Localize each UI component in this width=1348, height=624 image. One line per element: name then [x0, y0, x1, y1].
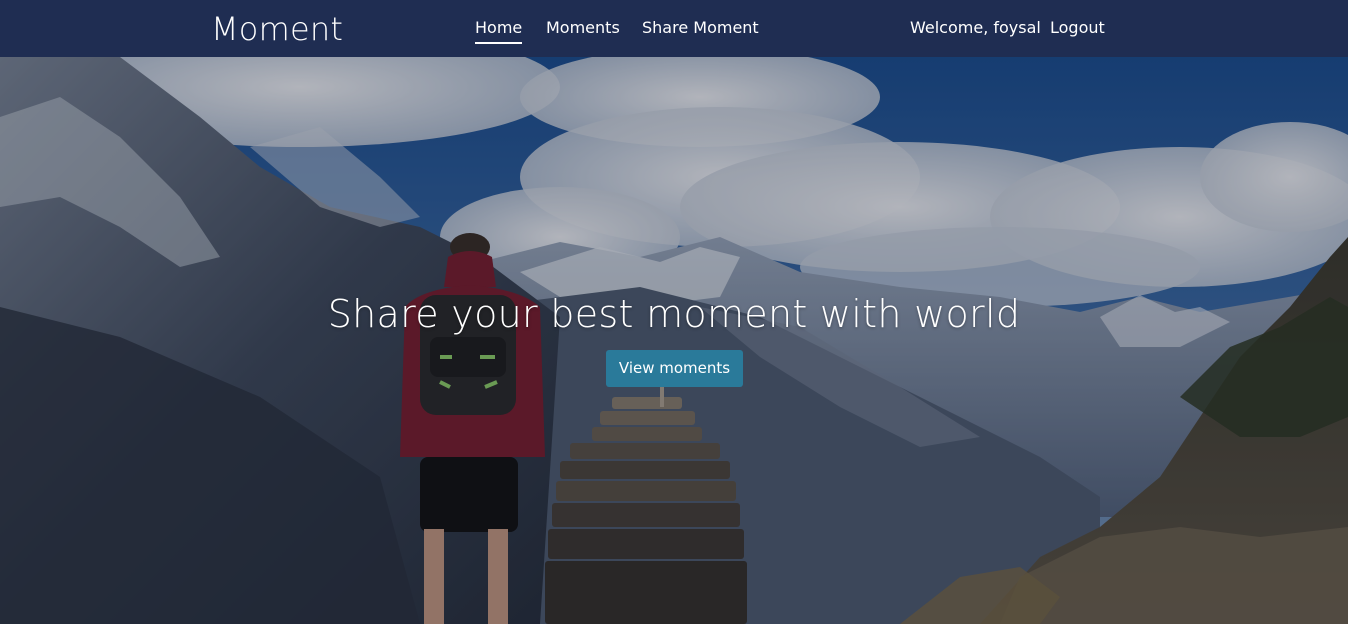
- nav-link-moments[interactable]: Moments: [546, 17, 620, 39]
- top-navbar: Moment Home Moments Share Moment Welcome…: [0, 0, 1348, 57]
- nav-link-logout[interactable]: Logout: [1050, 17, 1105, 39]
- hero-dark-overlay: [0, 57, 1348, 624]
- brand-logo[interactable]: Moment: [211, 9, 343, 49]
- view-moments-button[interactable]: View moments: [606, 350, 743, 387]
- hero-section: Share your best moment with world View m…: [0, 57, 1348, 624]
- welcome-user-text: Welcome, foysal: [910, 18, 1041, 37]
- hero-title: Share your best moment with world: [327, 292, 1021, 336]
- nav-link-home[interactable]: Home: [475, 17, 523, 44]
- nav-link-share-moment[interactable]: Share Moment: [642, 17, 759, 39]
